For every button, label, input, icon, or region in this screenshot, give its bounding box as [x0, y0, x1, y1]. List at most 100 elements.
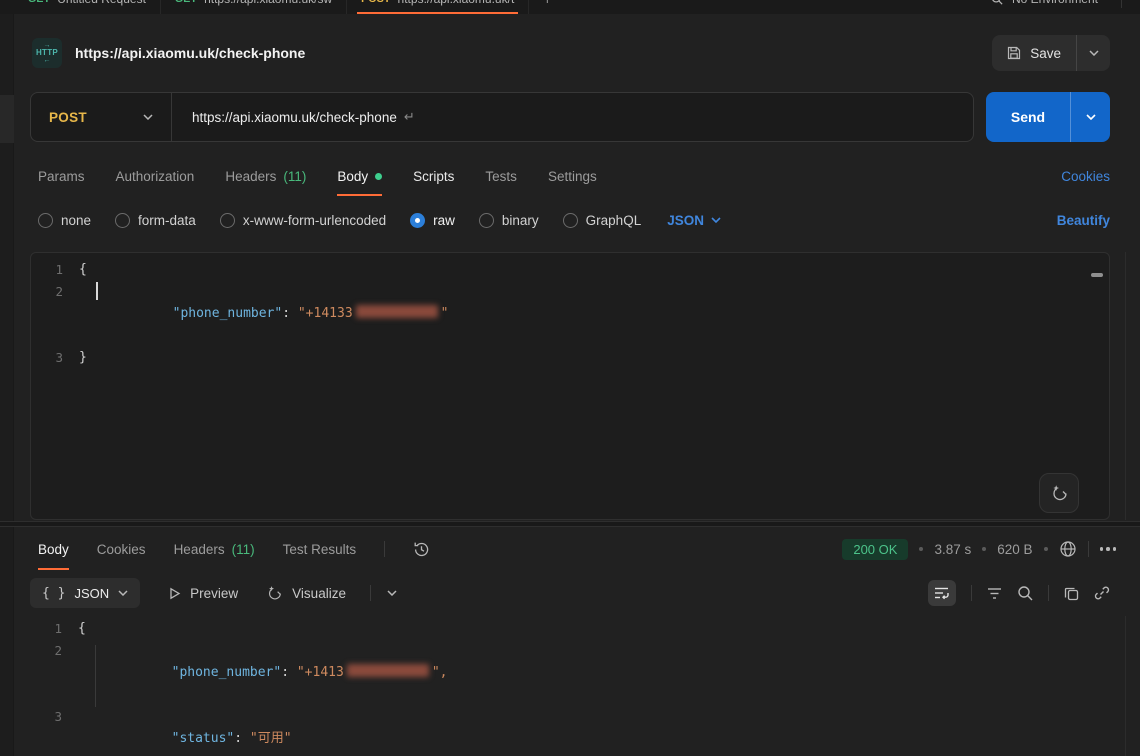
chevron-down-icon[interactable] [143, 114, 153, 120]
code-line: 3 } [31, 347, 1109, 369]
send-button-group: Send [986, 92, 1110, 142]
raw-language-selector[interactable]: JSON [667, 213, 721, 228]
response-action-icons [928, 580, 1110, 606]
send-options-button[interactable] [1070, 92, 1110, 142]
radio-icon [479, 213, 494, 228]
response-body-viewer[interactable]: 1 { 2 "phone_number": "+1413", 3 "status… [30, 618, 1100, 756]
network-globe-icon[interactable] [1059, 540, 1077, 558]
method-label: POST [361, 0, 390, 5]
request-title: https://api.xiaomu.uk/check-phone [75, 45, 305, 61]
chevron-down-icon[interactable] [387, 590, 397, 596]
indent-guide [95, 645, 96, 707]
postbot-sparkle-icon [1050, 484, 1069, 503]
environment-label: No Environment [1012, 0, 1098, 6]
tab-authorization[interactable]: Authorization [116, 156, 195, 196]
line-number: 1 [31, 259, 79, 281]
method-label: GET [28, 0, 50, 5]
tab-title: https://api.xiaomu.uk/sw [204, 0, 332, 6]
radio-x-www-form-urlencoded[interactable]: x-www-form-urlencoded [220, 213, 386, 228]
request-tab-1[interactable]: GET Untitled Request [14, 0, 161, 14]
response-tab-test-results[interactable]: Test Results [283, 528, 357, 570]
line-number: 1 [30, 618, 78, 640]
copy-icon[interactable] [1064, 586, 1079, 601]
divider [1121, 0, 1122, 8]
beautify-link[interactable]: Beautify [1057, 213, 1110, 228]
dot-separator [1044, 547, 1048, 551]
scrollbar-track [1125, 252, 1126, 520]
braces-icon: { } [42, 586, 65, 601]
body-type-row: none form-data x-www-form-urlencoded raw… [38, 202, 1110, 238]
chevron-down-icon [1086, 114, 1096, 120]
divider [171, 93, 172, 141]
filter-icon[interactable] [987, 587, 1002, 600]
divider [1088, 541, 1089, 557]
response-size[interactable]: 620 B [997, 542, 1032, 557]
response-history-icon[interactable] [413, 541, 430, 558]
radio-icon [220, 213, 235, 228]
save-options-button[interactable] [1076, 35, 1110, 71]
search-icon [991, 0, 1003, 5]
link-icon[interactable] [1094, 585, 1110, 601]
response-time[interactable]: 3.87 s [934, 542, 971, 557]
url-input[interactable]: https://api.xiaomu.uk/check-phone [192, 110, 397, 125]
request-tab-3-active[interactable]: POST https://api.xiaomu.uk/t [347, 0, 529, 14]
play-icon [168, 587, 181, 600]
save-button[interactable]: Save [992, 35, 1076, 71]
tab-params[interactable]: Params [38, 156, 85, 196]
more-options-icon[interactable] [1100, 547, 1117, 551]
response-format-selector[interactable]: { } JSON [30, 578, 140, 608]
tab-tests[interactable]: Tests [485, 156, 517, 196]
sidebar-handle [0, 95, 14, 143]
divider [384, 541, 385, 557]
tab-headers[interactable]: Headers (11) [225, 156, 306, 196]
response-tab-body[interactable]: Body [38, 528, 69, 570]
cookies-link[interactable]: Cookies [1061, 169, 1110, 184]
tab-body[interactable]: Body [337, 156, 382, 196]
dot-separator [982, 547, 986, 551]
new-tab-button[interactable]: + [529, 0, 565, 14]
response-headers-count: (11) [232, 542, 255, 557]
radio-raw-selected[interactable]: raw [410, 213, 455, 228]
send-button[interactable]: Send [986, 92, 1070, 142]
response-tabs: Body Cookies Headers (11) Test Results 2… [14, 528, 1116, 570]
request-tabs: Params Authorization Headers (11) Body S… [14, 156, 1110, 196]
line-number: 3 [31, 347, 79, 369]
tab-scripts[interactable]: Scripts [413, 156, 454, 196]
method-selector[interactable]: POST [31, 110, 87, 125]
send-label: Send [1011, 109, 1045, 125]
pane-resize-handle[interactable] [0, 521, 1140, 527]
postbot-button[interactable] [1039, 473, 1079, 513]
radio-binary[interactable]: binary [479, 213, 539, 228]
scrollbar-track [1125, 616, 1126, 756]
wrap-text-button[interactable] [928, 580, 956, 606]
dot-separator [919, 547, 923, 551]
body-modified-dot [375, 173, 382, 180]
redacted-phone-number [356, 305, 438, 318]
request-tab-2[interactable]: GET https://api.xiaomu.uk/sw [161, 0, 347, 14]
status-badge[interactable]: 200 OK [842, 539, 908, 560]
tab-title: Untitled Request [57, 0, 146, 6]
request-header: → HTTP ← https://api.xiaomu.uk/check-pho… [14, 24, 1140, 82]
search-response-icon[interactable] [1017, 585, 1033, 601]
url-bar: POST https://api.xiaomu.uk/check-phone ↵… [30, 92, 1110, 142]
code-line: 2 "phone_number": "+14133" [31, 281, 1109, 347]
chevron-down-icon [1089, 50, 1099, 56]
radio-icon [115, 213, 130, 228]
tab-settings[interactable]: Settings [548, 156, 597, 196]
visualize-button[interactable]: Visualize [266, 585, 346, 602]
radio-graphql[interactable]: GraphQL [563, 213, 642, 228]
chevron-down-icon [118, 590, 128, 596]
response-tab-cookies[interactable]: Cookies [97, 528, 146, 570]
code-line: 3 "status": "可用" [30, 706, 1100, 756]
preview-button[interactable]: Preview [168, 586, 238, 601]
left-sidebar-rail[interactable] [0, 14, 14, 756]
radio-form-data[interactable]: form-data [115, 213, 196, 228]
editor-scrollbar-thumb[interactable] [1091, 273, 1103, 277]
line-number: 3 [30, 706, 78, 756]
save-button-group: Save [992, 35, 1110, 71]
headers-count: (11) [283, 169, 306, 184]
response-tab-headers[interactable]: Headers (11) [174, 528, 255, 570]
radio-none[interactable]: none [38, 213, 91, 228]
environment-selector[interactable]: No Environment [991, 0, 1122, 14]
request-body-editor[interactable]: 1 { 2 "phone_number": "+14133" 3 } [30, 252, 1110, 520]
